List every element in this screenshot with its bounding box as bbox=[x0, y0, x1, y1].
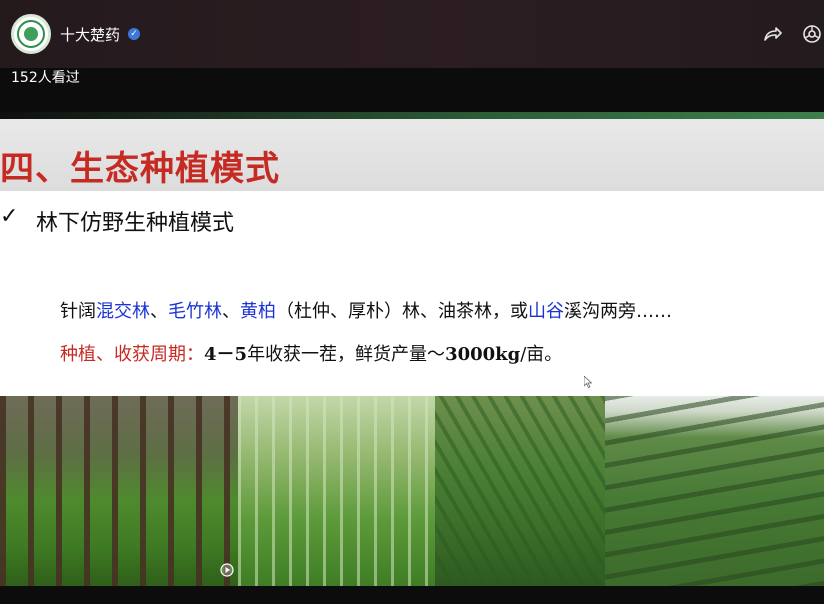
slide-accent-line bbox=[0, 112, 824, 119]
forest-photo-valley bbox=[605, 396, 824, 586]
forest-type-highlight: 山谷 bbox=[528, 301, 564, 322]
cycle-label: 种植、收获周期： bbox=[60, 344, 204, 365]
cycle-text: 年收获一茬，鲜货产量～ bbox=[247, 344, 446, 365]
slide-title: 四、生态种植模式 bbox=[0, 149, 280, 189]
cycle-years: 4－5 bbox=[204, 344, 248, 365]
verified-icon: ✓ bbox=[128, 28, 140, 40]
forest-type-text: 溪沟两旁…… bbox=[564, 301, 672, 322]
mouse-cursor-icon bbox=[584, 376, 592, 388]
forest-type-highlight: 黄柏 bbox=[240, 301, 276, 322]
top-bar: 十大楚药 ✓ bbox=[0, 0, 824, 68]
harvest-cycle-line: 种植、收获周期：4－5年收获一茬，鲜货产量～3000kg/亩。 bbox=[60, 340, 562, 366]
forest-type-highlight: 毛竹林 bbox=[168, 301, 222, 322]
slide-title-band: 四、生态种植模式 bbox=[0, 119, 824, 191]
play-icon[interactable] bbox=[220, 563, 234, 577]
share-icon[interactable] bbox=[762, 24, 782, 44]
forest-type-text: （杜仲、厚朴）林、油茶林，或 bbox=[276, 301, 528, 322]
check-mark-icon: ✓ bbox=[0, 204, 19, 229]
forest-type-text: 针阔 bbox=[60, 301, 96, 322]
yield-value: 3000kg bbox=[445, 344, 521, 365]
yield-unit: /亩。 bbox=[520, 344, 563, 365]
more-icon[interactable] bbox=[802, 24, 822, 44]
account-logo-icon[interactable] bbox=[11, 14, 51, 54]
forest-type-highlight: 混交林 bbox=[96, 301, 150, 322]
video-slide[interactable]: 四、生态种植模式 ✓ 林下仿野生种植模式 针阔混交林、毛竹林、黄柏（杜仲、厚朴）… bbox=[0, 112, 824, 586]
logo-core bbox=[24, 27, 38, 41]
view-count: 152人看过 bbox=[11, 70, 80, 86]
account-name[interactable]: 十大楚药 bbox=[60, 24, 120, 45]
forest-photo-phellodendron bbox=[435, 396, 605, 586]
forest-type-text: 、 bbox=[150, 301, 168, 322]
forest-type-text: 、 bbox=[222, 301, 240, 322]
slide-subheading: 林下仿野生种植模式 bbox=[36, 211, 235, 236]
bottom-bar bbox=[0, 586, 824, 604]
forest-photo-bamboo bbox=[238, 396, 435, 586]
forest-types-line: 针阔混交林、毛竹林、黄柏（杜仲、厚朴）林、油茶林，或山谷溪沟两旁…… bbox=[60, 297, 672, 323]
forest-photo-mixed-woodland bbox=[0, 396, 238, 586]
